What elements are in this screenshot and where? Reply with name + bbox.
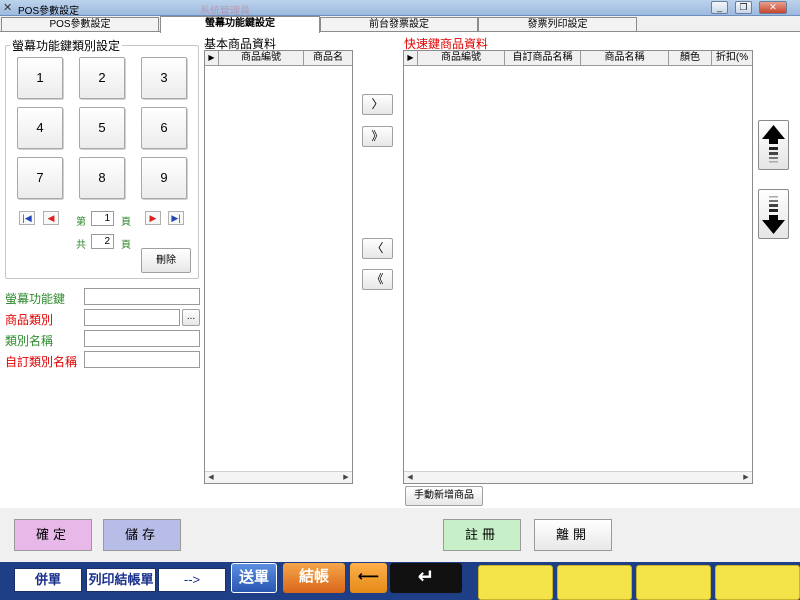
row-indicator-icon: ▶ bbox=[404, 51, 418, 66]
next-arrow-button[interactable]: --> bbox=[158, 568, 226, 592]
move-down-button[interactable] bbox=[758, 189, 789, 239]
column-header[interactable]: 商品編號 bbox=[219, 51, 304, 66]
enter-button[interactable]: ↵ bbox=[390, 563, 462, 593]
remove-all-button[interactable]: 《 bbox=[362, 269, 393, 290]
row-indicator-icon: ▶ bbox=[205, 51, 219, 66]
scroll-left-icon[interactable]: ◀ bbox=[404, 472, 416, 483]
quick-product-grid[interactable]: ▶ 商品編號 自訂商品名稱 商品名稱 顏色 折扣(% ◀ ▶ bbox=[403, 50, 753, 484]
function-tile-4[interactable] bbox=[715, 565, 800, 600]
tab-invoice-print[interactable]: 發票列印設定 bbox=[478, 17, 637, 32]
keypad-button-7[interactable]: 7 bbox=[17, 157, 63, 199]
keypad-group-title: 螢幕功能鍵類別設定 bbox=[10, 37, 123, 54]
basic-grid-header: ▶ 商品編號 商品名 bbox=[205, 51, 352, 66]
function-tile-3[interactable] bbox=[636, 565, 711, 600]
function-tile-1[interactable] bbox=[478, 565, 553, 600]
scroll-right-icon[interactable]: ▶ bbox=[740, 472, 752, 483]
keypad-button-4[interactable]: 4 bbox=[17, 107, 63, 149]
register-button[interactable]: 註冊 bbox=[443, 519, 521, 551]
confirm-button[interactable]: 確定 bbox=[14, 519, 92, 551]
checkout-label: 結帳 bbox=[298, 568, 329, 585]
column-header[interactable]: 折扣(% bbox=[712, 51, 752, 66]
category-name-label: 類別名稱 bbox=[5, 334, 54, 348]
keypad-button-5[interactable]: 5 bbox=[79, 107, 125, 149]
function-key-label: 螢幕功能鍵 bbox=[5, 292, 66, 306]
back-button[interactable]: ⟵ bbox=[350, 563, 387, 593]
delete-button[interactable]: 刪除 bbox=[141, 248, 191, 273]
category-browse-button[interactable]: ... bbox=[182, 309, 200, 326]
quick-grid-hscrollbar[interactable]: ◀ ▶ bbox=[404, 471, 752, 483]
manual-add-product-button[interactable]: 手動新增商品 bbox=[405, 486, 483, 506]
keypad-button-3[interactable]: 3 bbox=[141, 57, 187, 99]
tab-function-keys[interactable]: 螢幕功能鍵設定 bbox=[160, 16, 320, 33]
down-arrow-icon bbox=[762, 196, 785, 234]
keypad-button-9[interactable]: 9 bbox=[141, 157, 187, 199]
print-checkout-button[interactable]: 列印結帳單 bbox=[86, 568, 156, 592]
custom-category-field[interactable] bbox=[84, 351, 200, 368]
page-prefix-label: 第 bbox=[76, 217, 86, 228]
close-button[interactable]: ✕ bbox=[759, 1, 787, 14]
first-page-icon: |◀ bbox=[22, 213, 32, 223]
next-page-button[interactable]: ▶ bbox=[145, 211, 161, 225]
keypad-button-2[interactable]: 2 bbox=[79, 57, 125, 99]
next-page-icon: ▶ bbox=[149, 213, 157, 223]
column-header[interactable]: 商品編號 bbox=[418, 51, 505, 66]
restore-button[interactable]: ❐ bbox=[735, 1, 752, 14]
column-header[interactable]: 商品名 bbox=[304, 51, 352, 66]
quick-grid-header: ▶ 商品編號 自訂商品名稱 商品名稱 顏色 折扣(% bbox=[404, 51, 752, 66]
move-up-button[interactable] bbox=[758, 120, 789, 170]
add-all-button[interactable]: 》 bbox=[362, 126, 393, 147]
scroll-right-icon[interactable]: ▶ bbox=[340, 472, 352, 483]
tab-pos-settings[interactable]: POS參數設定 bbox=[1, 17, 159, 32]
scroll-left-icon[interactable]: ◀ bbox=[205, 472, 217, 483]
keypad-button-1[interactable]: 1 bbox=[17, 57, 63, 99]
checkout-button[interactable]: 結帳 bbox=[283, 563, 345, 593]
basic-product-grid[interactable]: ▶ 商品編號 商品名 ◀ ▶ bbox=[204, 50, 353, 484]
back-arrow-icon: ⟵ bbox=[357, 568, 380, 585]
app-icon: ✕ bbox=[3, 2, 13, 14]
column-header[interactable]: 自訂商品名稱 bbox=[505, 51, 581, 66]
tab-invoice-settings[interactable]: 前台發票設定 bbox=[320, 17, 478, 32]
leave-button[interactable]: 離開 bbox=[534, 519, 612, 551]
last-page-icon: ▶| bbox=[171, 213, 181, 223]
total-pages-field: 2 bbox=[91, 234, 114, 249]
function-tile-2[interactable] bbox=[557, 565, 632, 600]
save-button[interactable]: 儲存 bbox=[103, 519, 181, 551]
basic-grid-hscrollbar[interactable]: ◀ ▶ bbox=[205, 471, 352, 483]
window-title: POS參數設定 bbox=[18, 6, 80, 17]
total-suffix-label: 頁 bbox=[121, 240, 131, 251]
send-order-label: 送單 bbox=[238, 569, 269, 586]
category-name-field[interactable] bbox=[84, 330, 200, 347]
keypad-button-8[interactable]: 8 bbox=[79, 157, 125, 199]
add-one-button[interactable]: 〉 bbox=[362, 94, 393, 115]
category-field[interactable] bbox=[84, 309, 180, 326]
last-page-button[interactable]: ▶| bbox=[168, 211, 184, 225]
prev-page-button[interactable]: ◀ bbox=[43, 211, 59, 225]
remove-one-button[interactable]: 〈 bbox=[362, 238, 393, 259]
keypad-button-6[interactable]: 6 bbox=[141, 107, 187, 149]
title-bar: ✕ POS參數設定 系統管理員 _ ❐ ✕ bbox=[0, 0, 800, 17]
custom-category-label: 自訂類別名稱 bbox=[5, 355, 78, 369]
send-order-button[interactable]: 送單 bbox=[231, 563, 277, 593]
category-label: 商品類別 bbox=[5, 313, 54, 327]
column-header[interactable]: 商品名稱 bbox=[581, 51, 669, 66]
merge-order-button[interactable]: 併單 bbox=[14, 568, 82, 592]
current-page-field[interactable]: 1 bbox=[91, 211, 114, 226]
prev-page-icon: ◀ bbox=[47, 213, 55, 223]
column-header[interactable]: 顏色 bbox=[669, 51, 712, 66]
page-suffix-label: 頁 bbox=[121, 217, 131, 228]
tab-strip: POS參數設定 螢幕功能鍵設定 前台發票設定 發票列印設定 bbox=[0, 16, 800, 33]
total-prefix-label: 共 bbox=[76, 240, 86, 251]
enter-key-icon: ↵ bbox=[417, 566, 435, 588]
minimize-button[interactable]: _ bbox=[711, 1, 728, 14]
first-page-button[interactable]: |◀ bbox=[19, 211, 35, 225]
background-window-text: 系統管理員 bbox=[200, 6, 250, 17]
up-arrow-icon bbox=[762, 125, 785, 163]
function-key-field[interactable] bbox=[84, 288, 200, 305]
